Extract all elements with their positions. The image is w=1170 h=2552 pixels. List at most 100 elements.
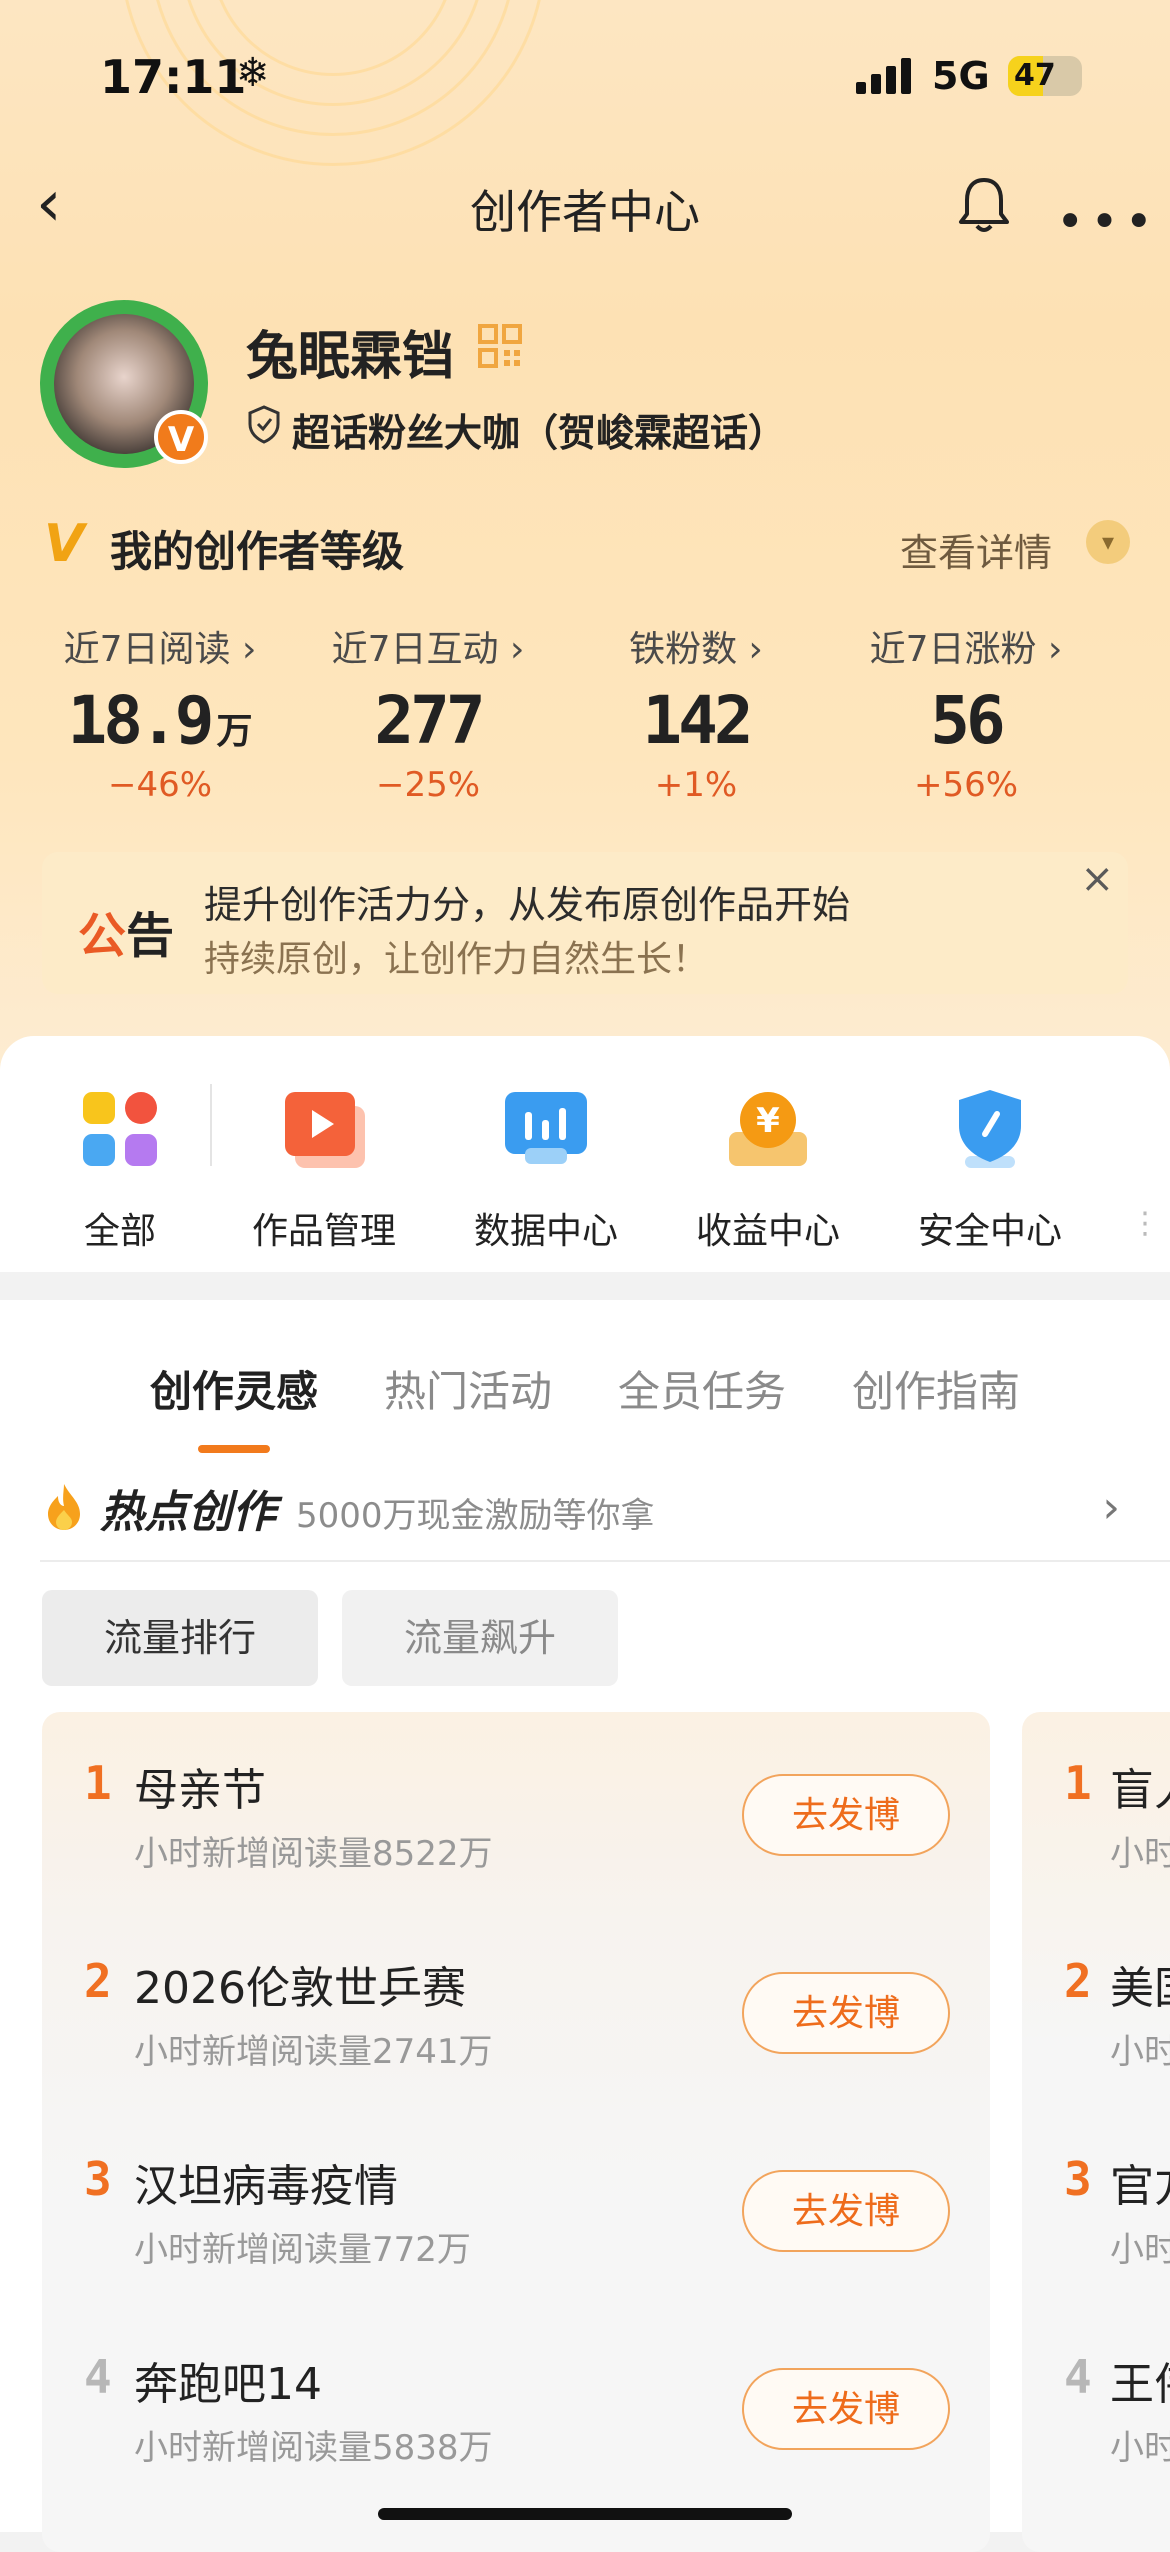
- topic-reads: 小时: [1110, 1834, 1170, 1874]
- topic-reads: 小时新增阅读量5838万: [134, 2428, 493, 2468]
- tool-all[interactable]: 全部: [10, 1086, 230, 1254]
- active-tab-indicator: [198, 1445, 270, 1453]
- content-tabs: 创作灵感 热门活动 全员任务 创作指南: [0, 1340, 1170, 1453]
- chevron-down-icon[interactable]: ▾: [1086, 520, 1130, 564]
- battery-level: 47: [1014, 58, 1056, 93]
- tool-label: 作品管理: [251, 1211, 396, 1252]
- stat-label: 近7日涨粉 ›: [869, 629, 1063, 670]
- rank-number: 4: [1064, 2350, 1092, 2404]
- rank-number: 1: [84, 1756, 112, 1810]
- scroll-indicator: ⋮: [1130, 1206, 1160, 1241]
- creator-level-label: 我的创作者等级: [110, 527, 405, 576]
- topic-reads: 小时: [1110, 2428, 1170, 2468]
- shield-outline-icon: [248, 405, 280, 444]
- rank-number: 3: [84, 2152, 112, 2206]
- yuan-coin-icon: ¥: [729, 1092, 807, 1166]
- v-level-icon: V: [44, 514, 85, 574]
- play-icon: [285, 1092, 365, 1168]
- status-time: 17:11: [100, 50, 247, 104]
- stat-label: 近7日互动 ›: [331, 629, 525, 670]
- tools-bar: 全部 作品管理 数据中心 ¥ 收益中心 安全中心 ⋮: [0, 1036, 1170, 1272]
- hot-creation-row[interactable]: 热点创作 5000万现金激励等你拿 ›: [40, 1460, 1170, 1562]
- topic-title: 王伟: [1110, 2359, 1170, 2410]
- shield-icon: [959, 1090, 1021, 1168]
- list-item[interactable]: 2 2026伦敦世乒赛 小时新增阅读量2741万 去发博: [42, 1910, 990, 2108]
- bell-icon[interactable]: [956, 174, 1012, 234]
- list-item[interactable]: 2 美国 小时: [1022, 1910, 1170, 2108]
- tool-security[interactable]: 安全中心: [880, 1086, 1100, 1254]
- svg-text:¥: ¥: [756, 1101, 780, 1141]
- chevron-right-icon[interactable]: ›: [1102, 1482, 1120, 1533]
- tab-guide[interactable]: 创作指南: [852, 1358, 1020, 1419]
- list-item[interactable]: 4 王伟 小时: [1022, 2306, 1170, 2504]
- tool-works[interactable]: 作品管理: [214, 1086, 434, 1254]
- tool-earnings[interactable]: ¥ 收益中心: [658, 1086, 878, 1254]
- topic-title: 汉坦病毒疫情: [134, 2161, 398, 2212]
- status-bar: 17:11 ❄ 5G 47: [0, 44, 1170, 114]
- rank-number: 1: [1064, 1756, 1092, 1810]
- inspiration-section: 创作灵感 热门活动 全员任务 创作指南 热点创作 5000万现金激励等你拿 › …: [0, 1300, 1170, 2552]
- stat-iron-fans[interactable]: 铁粉数 › 142 +1%: [566, 620, 826, 805]
- post-button[interactable]: 去发博: [742, 2170, 950, 2252]
- topic-title: 2026伦敦世乒赛: [134, 1963, 466, 2014]
- chart-icon: [505, 1092, 587, 1164]
- stat-label: 铁粉数 ›: [629, 629, 763, 670]
- topic-title: 母亲节: [134, 1765, 266, 1816]
- topic-reads: 小时新增阅读量2741万: [134, 2032, 493, 2072]
- topic-reads: 小时新增阅读量8522万: [134, 1834, 493, 1874]
- topic-title: 官方: [1110, 2161, 1170, 2212]
- more-icon[interactable]: •••: [1056, 194, 1159, 250]
- rank-number: 2: [1064, 1954, 1092, 2008]
- stat-reads[interactable]: 近7日阅读 › 18.9 万 −46%: [30, 620, 290, 805]
- verified-badge-icon: V: [154, 410, 208, 464]
- stat-label: 近7日阅读 ›: [63, 629, 257, 670]
- tool-label: 数据中心: [473, 1211, 618, 1252]
- list-item[interactable]: 3 官方 小时: [1022, 2108, 1170, 2306]
- stat-value: 142: [642, 682, 753, 759]
- post-button[interactable]: 去发博: [742, 1972, 950, 2054]
- user-title[interactable]: 超话粉丝大咖（贺峻霖超话）: [292, 402, 786, 457]
- battery-icon: 47: [1008, 56, 1082, 96]
- chip-traffic-rank[interactable]: 流量排行: [42, 1590, 318, 1686]
- announcement-title: 提升创作活力分，从发布原创作品开始: [204, 883, 851, 927]
- list-item[interactable]: 1 母亲节 小时新增阅读量8522万 去发博: [42, 1712, 990, 1910]
- stat-value: 18.9 万: [67, 682, 253, 759]
- list-item[interactable]: 3 汉坦病毒疫情 小时新增阅读量772万 去发博: [42, 2108, 990, 2306]
- tab-tasks[interactable]: 全员任务: [618, 1358, 786, 1419]
- navigation-bar: ‹ 创作者中心 •••: [0, 168, 1170, 250]
- stat-change: −25%: [375, 765, 481, 805]
- announcement-banner[interactable]: 公告 提升创作活力分，从发布原创作品开始 持续原创，让创作力自然生长！ ×: [42, 852, 1128, 994]
- qr-code-icon[interactable]: [478, 324, 522, 368]
- divider: [210, 1084, 212, 1166]
- view-details-link[interactable]: 查看详情: [900, 522, 1052, 577]
- chip-traffic-rising[interactable]: 流量飙升: [342, 1590, 618, 1686]
- profile-card: V 兔眠霖铛 超话粉丝大咖（贺峻霖超话）: [40, 300, 1140, 480]
- stat-value: 56: [930, 682, 1005, 759]
- topic-title: 奔跑吧14: [134, 2359, 322, 2410]
- topic-reads: 小时: [1110, 2032, 1170, 2072]
- tool-label: 全部: [83, 1211, 156, 1252]
- creator-level-row[interactable]: V 我的创作者等级 查看详情 ▾: [40, 510, 1130, 580]
- tab-inspiration[interactable]: 创作灵感: [150, 1358, 318, 1453]
- stat-interactions[interactable]: 近7日互动 › 277 −25%: [298, 620, 558, 805]
- post-button[interactable]: 去发博: [742, 2368, 950, 2450]
- close-icon[interactable]: ×: [1080, 856, 1114, 902]
- signal-icon: [856, 58, 916, 94]
- hot-creation-title: 热点创作: [100, 1487, 276, 1538]
- stat-change: +1%: [654, 765, 738, 805]
- avatar[interactable]: V: [40, 300, 208, 468]
- list-item[interactable]: 4 奔跑吧14 小时新增阅读量5838万 去发博: [42, 2306, 990, 2504]
- list-item[interactable]: 1 盲人 小时: [1022, 1712, 1170, 1910]
- tool-label: 安全中心: [917, 1211, 1062, 1252]
- tab-hot-events[interactable]: 热门活动: [384, 1358, 552, 1419]
- stat-new-fans[interactable]: 近7日涨粉 › 56 +56%: [836, 620, 1096, 805]
- topic-reads: 小时新增阅读量772万: [134, 2230, 471, 2270]
- rank-number: 2: [84, 1954, 112, 2008]
- grid-icon: [83, 1092, 157, 1166]
- stat-change: −46%: [107, 765, 213, 805]
- rank-number: 3: [1064, 2152, 1092, 2206]
- post-button[interactable]: 去发博: [742, 1774, 950, 1856]
- announcement-tag: 公告: [78, 908, 175, 964]
- tool-data[interactable]: 数据中心: [436, 1086, 656, 1254]
- fire-icon: [48, 1484, 80, 1530]
